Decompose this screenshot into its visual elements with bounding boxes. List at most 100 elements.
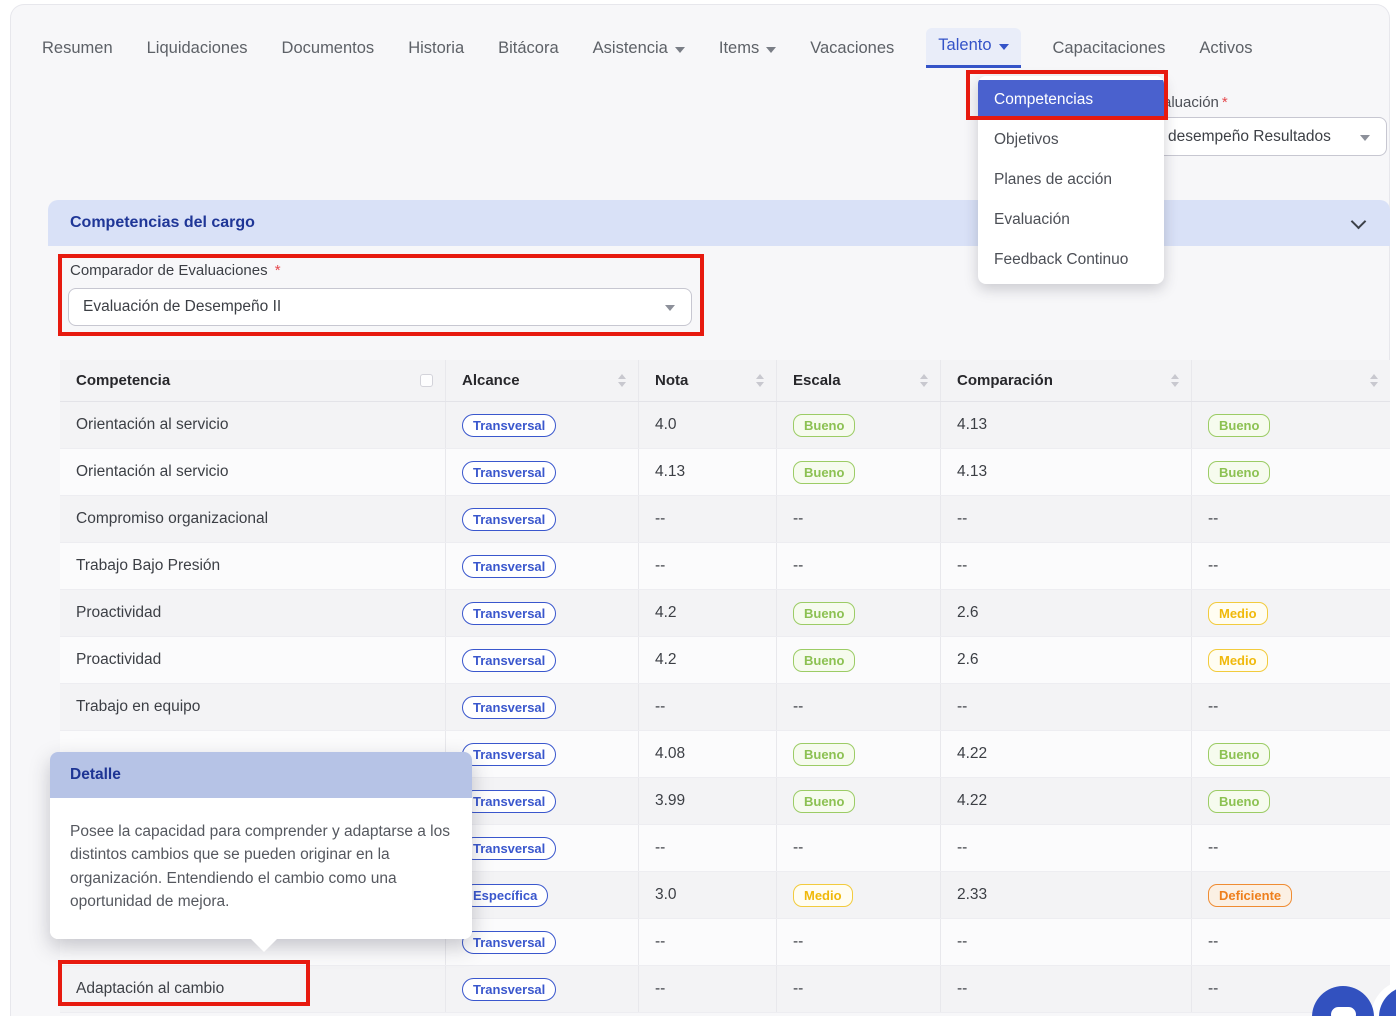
table-cell: 4.22 [941, 731, 1192, 777]
table-cell: 4.22 [941, 778, 1192, 824]
cell-value: Orientación al servicio [76, 416, 228, 434]
scope-badge: Transversal [462, 837, 556, 860]
select-all-checkbox[interactable] [420, 374, 433, 387]
nav-tab-label: Historia [408, 39, 464, 58]
table-cell: -- [1192, 543, 1390, 589]
top-nav: Resumen Liquidaciones Documentos Historia Bi… [40, 28, 1255, 68]
tipo-evaluacion-label: aluación* [1163, 94, 1228, 111]
scope-badge: Transversal [462, 414, 556, 437]
cell-value: -- [1208, 839, 1218, 857]
table-row[interactable]: Orientación al servicioTransversal4.0Bue… [60, 402, 1390, 449]
nav-tab-items[interactable]: Items [717, 31, 778, 68]
sort-icon[interactable] [756, 374, 764, 387]
cell-value: -- [957, 510, 967, 528]
table-cell: Transversal [446, 919, 639, 965]
cell-value: Trabajo Bajo Presión [76, 557, 220, 575]
cell-value: 3.99 [655, 792, 685, 810]
table-cell: 4.08 [639, 731, 777, 777]
nav-tab-bitácora[interactable]: Bitácora [496, 31, 561, 68]
table-row[interactable]: Adaptación al cambioTransversal-------- [60, 966, 1390, 1013]
cell-value: 4.13 [957, 463, 987, 481]
cell-value: 2.6 [957, 604, 979, 622]
table-cell: -- [1192, 919, 1390, 965]
nav-tab-liquidaciones[interactable]: Liquidaciones [145, 31, 250, 68]
nav-tab-talento[interactable]: Talento [926, 28, 1020, 68]
column-header-actions[interactable] [1192, 360, 1390, 401]
menu-item-competencias[interactable]: Competencias [978, 80, 1164, 120]
nav-tab-label: Activos [1199, 39, 1252, 58]
table-cell: 2.6 [941, 590, 1192, 636]
table-row[interactable]: ProactividadTransversal4.2Bueno2.6Medio [60, 637, 1390, 684]
table-cell: 3.0 [639, 872, 777, 918]
nav-tab-label: Talento [938, 36, 991, 55]
column-header-escala[interactable]: Escala [777, 360, 941, 401]
nav-tab-label: Bitácora [498, 39, 559, 58]
nav-tab-asistencia[interactable]: Asistencia [591, 31, 687, 68]
cell-value: -- [793, 933, 803, 951]
table-cell: Transversal [446, 543, 639, 589]
table-cell: -- [639, 496, 777, 542]
table-cell: Deficiente [1192, 872, 1390, 918]
escala-badge: Bueno [1208, 414, 1270, 437]
cell-value: -- [793, 839, 803, 857]
collapse-chevron-icon[interactable] [1351, 214, 1367, 230]
cell-value: 3.0 [655, 886, 677, 904]
column-header-alcance[interactable]: Alcance [446, 360, 639, 401]
cell-value: -- [957, 698, 967, 716]
nav-tab-resumen[interactable]: Resumen [40, 31, 115, 68]
table-row[interactable]: Trabajo Bajo PresiónTransversal-------- [60, 543, 1390, 590]
menu-item-objetivos[interactable]: Objetivos [978, 120, 1164, 160]
cell-value: -- [655, 557, 665, 575]
column-label: Escala [793, 372, 841, 389]
nav-tab-label: Items [719, 39, 759, 58]
cell-value: -- [655, 933, 665, 951]
escala-badge: Medio [793, 884, 853, 907]
sort-icon[interactable] [618, 374, 626, 387]
sort-icon[interactable] [1171, 374, 1179, 387]
nav-tab-activos[interactable]: Activos [1197, 31, 1254, 68]
table-cell: Proactividad [60, 590, 446, 636]
cell-value: -- [957, 933, 967, 951]
nav-tab-capacitaciones[interactable]: Capacitaciones [1051, 31, 1168, 68]
table-cell: Bueno [777, 449, 941, 495]
table-header: CompetenciaAlcanceNotaEscalaComparación [60, 360, 1390, 402]
table-row[interactable]: Orientación al servicioTransversal4.13Bu… [60, 449, 1390, 496]
tipo-evaluacion-select-value: desempeño Resultados [1168, 128, 1331, 146]
scope-badge: Transversal [462, 790, 556, 813]
table-cell: -- [1192, 684, 1390, 730]
menu-item-planes-de-acción[interactable]: Planes de acción [978, 160, 1164, 200]
nav-tab-documentos[interactable]: Documentos [280, 31, 377, 68]
sort-icon[interactable] [1370, 374, 1378, 387]
cell-value: 2.6 [957, 651, 979, 669]
table-row[interactable]: Trabajo en equipoTransversal-------- [60, 684, 1390, 731]
caret-down-icon [766, 47, 776, 53]
scope-badge: Transversal [462, 978, 556, 1001]
table-cell: -- [1192, 825, 1390, 871]
cell-value: -- [1208, 980, 1218, 998]
cell-value: -- [1208, 698, 1218, 716]
speech-bubble-icon [1331, 1007, 1356, 1016]
cell-value: 4.22 [957, 792, 987, 810]
nav-tab-historia[interactable]: Historia [406, 31, 466, 68]
cell-value: -- [1208, 510, 1218, 528]
menu-item-evaluación[interactable]: Evaluación [978, 200, 1164, 240]
nav-tab-vacaciones[interactable]: Vacaciones [808, 31, 896, 68]
table-row[interactable]: Compromiso organizacionalTransversal----… [60, 496, 1390, 543]
comparador-select[interactable]: Evaluación de Desempeño II [68, 288, 692, 326]
column-header-comparación[interactable]: Comparación [941, 360, 1192, 401]
sort-icon[interactable] [920, 374, 928, 387]
table-cell: Adaptación al cambio [60, 966, 446, 1012]
escala-badge: Medio [1208, 602, 1268, 625]
nav-tab-label: Vacaciones [810, 39, 894, 58]
menu-item-feedback-continuo[interactable]: Feedback Continuo [978, 240, 1164, 280]
cell-value: -- [793, 557, 803, 575]
table-row[interactable]: ProactividadTransversal4.2Bueno2.6Medio [60, 590, 1390, 637]
table-cell: -- [777, 496, 941, 542]
panel-competencias-del-cargo[interactable]: Competencias del cargo [48, 200, 1390, 246]
table-cell: Bueno [1192, 402, 1390, 448]
table-cell: 2.33 [941, 872, 1192, 918]
table-cell: -- [777, 825, 941, 871]
column-header-nota[interactable]: Nota [639, 360, 777, 401]
detalle-tooltip: Detalle Posee la capacidad para comprend… [50, 752, 472, 939]
scope-badge: Transversal [462, 743, 556, 766]
